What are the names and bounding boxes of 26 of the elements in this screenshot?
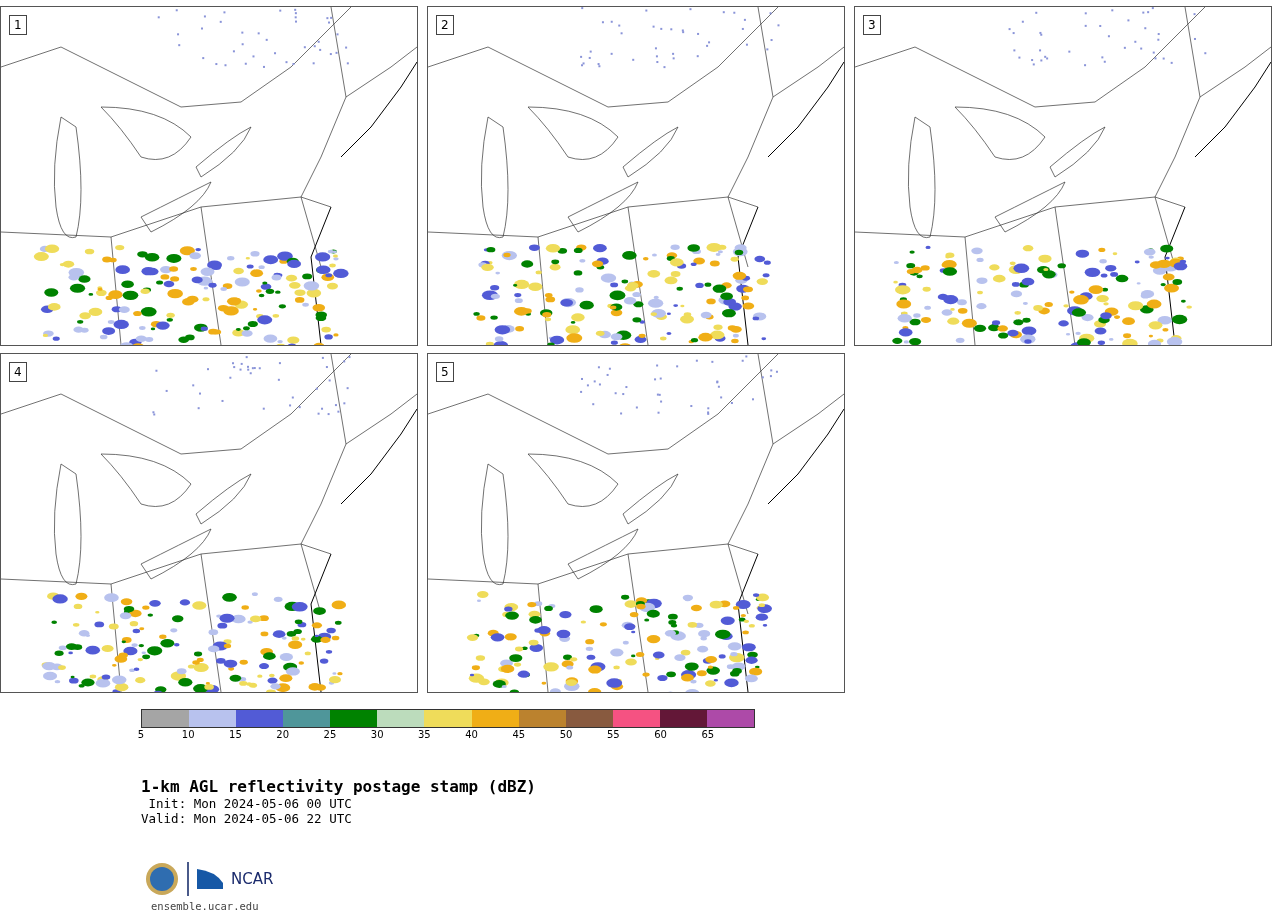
panel-number: 1 [9, 15, 27, 35]
init-time: Init: Mon 2024-05-06 00 UTC [147, 796, 353, 811]
divider-icon [187, 862, 189, 896]
panel-number: 3 [863, 15, 881, 35]
colorbar-tick-label: 30 [370, 729, 384, 740]
colorbar-tick-label: 20 [276, 729, 290, 740]
colorbar-tick-label: 5 [137, 729, 145, 740]
swoosh-icon [197, 869, 223, 889]
colorbar-tick-label: 15 [229, 729, 242, 740]
colorbar-tick-label: 50 [559, 729, 573, 740]
colorbar-tick-label: 60 [654, 729, 667, 740]
seal-icon [145, 862, 179, 896]
panel-number: 2 [436, 15, 454, 35]
panel-number: 4 [9, 362, 27, 382]
valid-time: Valid: Mon 2024-05-06 22 UTC [141, 811, 353, 826]
logo-text: NCAR [231, 870, 274, 888]
colorbar-tick-label: 35 [418, 729, 431, 740]
colorbar-tick-label: 10 [181, 729, 195, 740]
colorbar-tick-label: 40 [465, 729, 478, 740]
colorbar-tick-label: 65 [701, 729, 715, 740]
chart-title: 1-km AGL reflectivity postage stamp (dBZ) [141, 777, 537, 796]
colorbar-tick-label: 45 [512, 729, 526, 740]
website-url: ensemble.ucar.edu [151, 900, 260, 910]
panel-number: 5 [436, 362, 454, 382]
colorbar-tick-label: 25 [323, 729, 337, 740]
colorbar-tick-label: 55 [606, 729, 620, 740]
